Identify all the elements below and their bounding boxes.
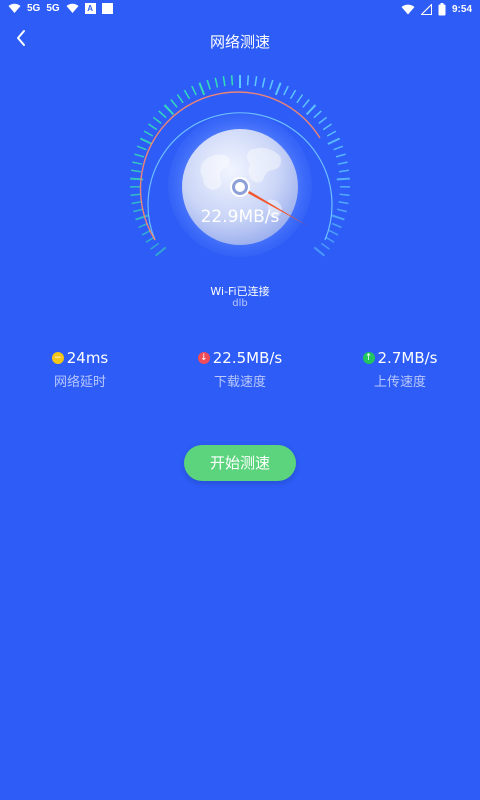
gauge-tick: [328, 229, 339, 236]
gauge-tick: [338, 201, 349, 205]
gauge-tick: [143, 130, 154, 137]
gauge-tick: [191, 85, 197, 96]
square-notification-icon: [101, 3, 113, 14]
gauge-tick: [163, 104, 175, 116]
speed-gauge: [129, 75, 351, 257]
gauge-tick: [339, 193, 350, 196]
gauge-tick: [335, 153, 346, 158]
gauge-tick: [230, 75, 234, 86]
gauge-tick: [313, 110, 322, 119]
current-speed: 22.9MB/s: [200, 207, 280, 227]
wifi-icon: [8, 3, 21, 13]
gauge-tick: [134, 153, 145, 158]
gauge-tick: [313, 246, 325, 257]
gauge-tick: [170, 99, 178, 108]
gauge-tick: [136, 145, 147, 151]
wifi-icon: [401, 4, 415, 15]
gauge-tick: [318, 116, 328, 124]
gauge-tick: [155, 246, 167, 257]
gauge-tick: [325, 236, 335, 243]
gauge-tick: [222, 76, 226, 87]
gauge-tick: [130, 193, 141, 196]
gauge-tick: [132, 161, 143, 165]
network-type-1: 5G: [27, 3, 41, 14]
gauge-tick: [183, 89, 191, 100]
gauge-tick: [326, 130, 337, 137]
gauge-tick: [283, 85, 289, 96]
gauge-tick: [305, 104, 317, 116]
download-icon: ↓: [197, 352, 210, 364]
download-value: 22.5MB/s: [212, 349, 283, 367]
stat-download: ↓ 22.5MB/s 下载速度: [160, 349, 320, 390]
gauge-tick: [198, 82, 206, 96]
app-notification-icon: A: [84, 3, 96, 14]
status-bar: 5G 5G A 9:54: [0, 0, 480, 20]
gauge-tick: [131, 201, 142, 205]
gauge-tick: [322, 123, 333, 131]
latency-icon: −: [51, 352, 64, 364]
gauge-tick: [296, 94, 304, 104]
battery-icon: [438, 3, 446, 16]
start-test-button[interactable]: 开始测速: [184, 445, 296, 481]
page-title: 网络测速: [209, 33, 270, 51]
stat-latency: − 24ms 网络延时: [0, 349, 160, 390]
status-time: 9:54: [451, 4, 472, 15]
gauge-tick: [338, 169, 350, 173]
signal-icon: [420, 4, 432, 15]
gauge-tick: [320, 242, 330, 250]
latency-value: 24ms: [66, 349, 109, 367]
gauge-tick: [150, 242, 160, 250]
gauge-tick: [302, 99, 310, 108]
wifi-name: dlb: [232, 298, 248, 309]
gauge-tick: [206, 79, 211, 90]
gauge-tick: [254, 76, 258, 87]
gauge-tick: [246, 75, 250, 86]
status-left: 5G 5G A: [8, 3, 113, 14]
gauge-tick: [158, 110, 167, 119]
upload-icon: ↑: [362, 352, 375, 364]
gauge-tick: [327, 137, 341, 145]
stat-upload: ↑ 2.7MB/s 上传速度: [320, 349, 480, 390]
upload-value: 2.7MB/s: [377, 349, 438, 367]
gauge-tick: [176, 94, 184, 104]
gauge-tick: [336, 177, 350, 181]
gauge-tick: [214, 77, 219, 88]
gauge-tick: [337, 161, 348, 165]
header: 网络测速: [0, 22, 480, 58]
gauge-tick: [147, 123, 158, 131]
latency-label: 网络延时: [53, 375, 106, 390]
network-type-2: 5G: [46, 3, 60, 14]
gauge-tick: [139, 137, 153, 145]
gauge-tick: [274, 82, 282, 96]
wifi-status: Wi-Fi已连接: [210, 285, 270, 298]
wifi-icon: [66, 3, 79, 13]
status-right: 9:54: [401, 3, 472, 16]
gauge-tick: [289, 89, 297, 100]
upload-label: 上传速度: [373, 375, 426, 390]
download-label: 下载速度: [213, 375, 266, 390]
gauge-tick: [333, 145, 344, 151]
gauge-tick: [152, 116, 162, 124]
gauge-tick: [261, 77, 266, 88]
gauge-tick: [269, 79, 274, 90]
gauge-tick: [130, 169, 142, 173]
